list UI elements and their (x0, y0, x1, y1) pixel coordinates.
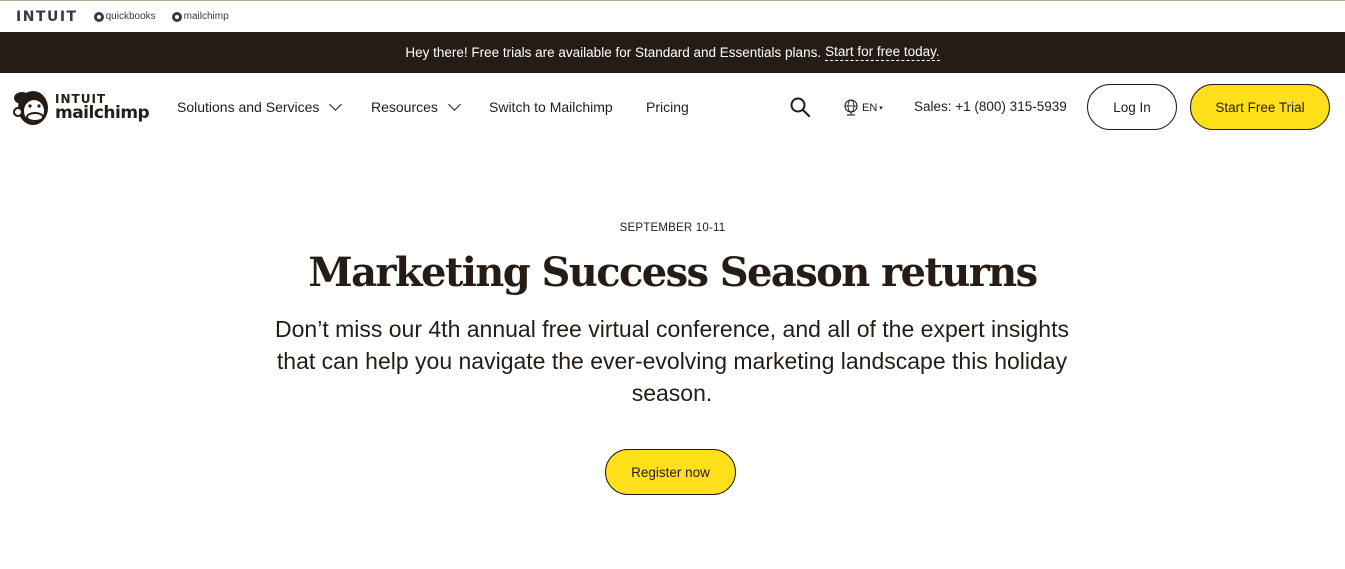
promo-banner: Hey there! Free trials are available for… (0, 32, 1345, 73)
brand-bar: INTUIT quickbooks mailchimp (0, 0, 1345, 32)
event-date: SEPTEMBER 10-11 (619, 222, 726, 234)
banner-link[interactable]: Start for free today. (825, 44, 940, 61)
start-free-trial-button[interactable]: Start Free Trial (1190, 84, 1330, 130)
logo-mailchimp: mailchimp (55, 102, 150, 123)
hero-subtext: Don’t miss our 4th annual free virtual c… (275, 316, 1069, 406)
login-button[interactable]: Log In (1087, 84, 1177, 130)
globe-icon (844, 99, 858, 116)
sales-phone[interactable]: Sales: +1 (800) 315-5939 (914, 99, 1067, 114)
nav-pricing[interactable]: Pricing (646, 99, 689, 115)
freddie-icon (13, 91, 48, 125)
brand-label: mailchimp (183, 11, 229, 22)
nav-label: Switch to Mailchimp (489, 99, 613, 115)
main-nav: INTUIT mailchimp Solutions and Services … (0, 73, 1345, 141)
hero-headline: Marketing Success Season returns (308, 249, 1038, 296)
nav-solutions[interactable]: Solutions and Services (177, 98, 343, 115)
mailchimp-logo[interactable]: INTUIT mailchimp (13, 86, 150, 128)
quickbooks-icon (93, 11, 104, 22)
chevron-down-icon (448, 98, 461, 111)
brand-link-mailchimp[interactable]: mailchimp (171, 11, 229, 22)
brand-label: quickbooks (105, 11, 156, 22)
brand-link-quickbooks[interactable]: quickbooks (93, 11, 156, 22)
intuit-logo[interactable]: INTUIT (16, 9, 78, 25)
banner-text: Hey there! Free trials are available for… (405, 45, 822, 60)
nav-resources[interactable]: Resources (371, 98, 461, 115)
nav-label: Solutions and Services (177, 99, 320, 115)
caret-down-icon: ▾ (879, 104, 883, 112)
register-now-button[interactable]: Register now (605, 449, 736, 495)
nav-label: Resources (371, 99, 438, 115)
nav-switch[interactable]: Switch to Mailchimp (489, 99, 613, 115)
mailchimp-icon (171, 11, 182, 22)
language-label: EN (862, 101, 878, 114)
chevron-down-icon (329, 98, 343, 111)
language-selector[interactable]: EN ▾ (843, 99, 883, 116)
search-icon[interactable] (790, 97, 810, 117)
nav-label: Pricing (646, 99, 689, 115)
